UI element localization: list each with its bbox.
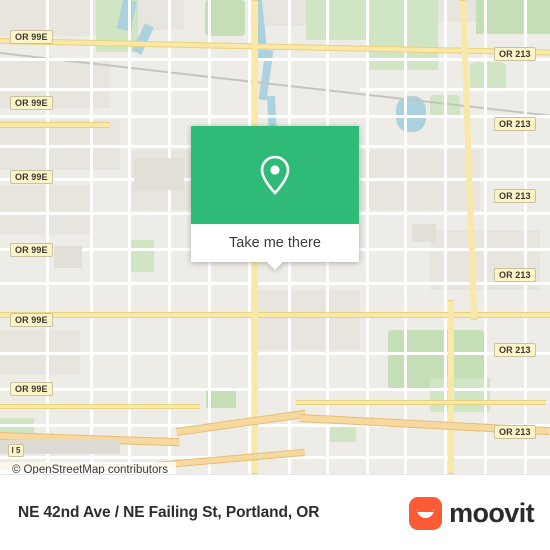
park-area [476, 0, 550, 34]
route-shield-or213-1: OR 213 [494, 47, 536, 61]
park-area [128, 240, 154, 272]
park-area [430, 378, 490, 412]
street [168, 0, 171, 474]
street [360, 88, 550, 91]
building [54, 246, 82, 268]
route-shield-or99e-1: OR 99E [10, 30, 53, 44]
route-shield-or213-4: OR 213 [494, 268, 536, 282]
route-shield-or99e-6: OR 99E [10, 382, 53, 396]
popup-action-bar[interactable]: Take me there [191, 224, 359, 262]
page-title: NE 42nd Ave / NE Failing St, Portland, O… [18, 504, 320, 521]
popup-pointer [266, 261, 284, 270]
footer-bar: NE 42nd Ave / NE Failing St, Portland, O… [0, 474, 550, 550]
street [0, 88, 210, 91]
map-attribution: © OpenStreetMap contributors [0, 462, 176, 474]
park-area [470, 62, 506, 90]
route-shield-or99e-2: OR 99E [10, 96, 53, 110]
map-pin-icon [260, 155, 290, 195]
route-shield-or213-2: OR 213 [494, 117, 536, 131]
map-canvas[interactable]: OR 99E OR 99E OR 99E OR 99E OR 99E OR 99… [0, 0, 550, 474]
arterial-road [0, 404, 200, 409]
street [0, 388, 550, 391]
route-shield-i5: I 5 [8, 444, 24, 457]
moovit-wordmark: moovit [449, 498, 535, 528]
moovit-logo[interactable]: moovit [409, 497, 535, 530]
take-me-there-button[interactable]: Take me there [229, 235, 321, 251]
street [128, 0, 131, 474]
copyright-icon: © [12, 464, 21, 474]
land-parcel [0, 185, 90, 235]
attribution-text[interactable]: OpenStreetMap contributors [23, 464, 167, 474]
street [46, 0, 49, 474]
moovit-smile-icon [409, 497, 443, 530]
map-screenshot: OR 99E OR 99E OR 99E OR 99E OR 99E OR 99… [0, 0, 550, 550]
park-area [205, 0, 245, 36]
street [0, 352, 550, 355]
location-popup[interactable]: Take me there [191, 126, 359, 270]
building [134, 158, 184, 190]
route-shield-or213-5: OR 213 [494, 343, 536, 357]
street [90, 0, 93, 474]
route-shield-or99e-5: OR 99E [10, 313, 53, 327]
street [0, 282, 550, 285]
route-shield-or99e-4: OR 99E [10, 243, 53, 257]
popup-image-area [191, 126, 359, 224]
arterial-road [296, 400, 546, 405]
route-shield-or213-3: OR 213 [494, 189, 536, 203]
route-shield-or99e-3: OR 99E [10, 170, 53, 184]
arterial-road [0, 312, 550, 318]
route-shield-or213-6: OR 213 [494, 425, 536, 439]
land-parcel [250, 290, 360, 350]
arterial-road [448, 300, 454, 474]
freeway [176, 409, 306, 436]
building [412, 224, 436, 242]
arterial-road [0, 122, 110, 128]
